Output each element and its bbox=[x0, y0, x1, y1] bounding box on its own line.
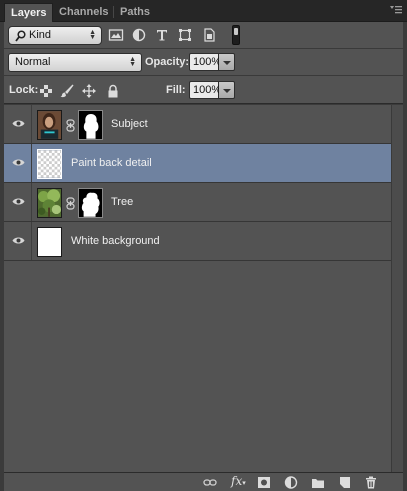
fill-field[interactable]: 100% bbox=[189, 81, 221, 99]
visibility-toggle[interactable] bbox=[4, 144, 32, 182]
layer-list: Subject Paint back detail Tree White bac… bbox=[4, 105, 391, 472]
tab-layers[interactable]: Layers bbox=[4, 3, 53, 22]
layer-thumbnail-subject bbox=[37, 110, 62, 140]
new-layer-icon[interactable] bbox=[338, 476, 352, 489]
fx-icon[interactable]: fx▾ bbox=[231, 474, 246, 488]
blend-bar: Normal ▲ ▼ Opacity: 100% bbox=[4, 49, 403, 76]
eye-icon bbox=[12, 198, 25, 205]
layers-footer-bar: fx▾ bbox=[4, 472, 403, 491]
fill-dropdown-button[interactable] bbox=[219, 81, 235, 99]
visibility-toggle[interactable] bbox=[4, 183, 32, 221]
lock-image-pixels-icon[interactable] bbox=[60, 84, 74, 98]
adjustment-filter-icon[interactable] bbox=[131, 27, 147, 43]
tab-channels[interactable]: Channels bbox=[53, 3, 113, 22]
layer-thumbnail-tree bbox=[37, 188, 62, 218]
layer-name: Tree bbox=[111, 196, 134, 208]
add-mask-icon[interactable] bbox=[257, 476, 271, 489]
trash-icon[interactable] bbox=[364, 476, 378, 489]
shape-filter-icon[interactable] bbox=[177, 27, 193, 43]
layer-row-subject[interactable]: Subject bbox=[4, 105, 391, 144]
lock-bar: Lock: Fill: 100% bbox=[4, 76, 403, 104]
chevron-updown-icon: ▲ ▼ bbox=[129, 56, 136, 68]
fill-label: Fill: bbox=[166, 84, 186, 96]
visibility-toggle[interactable] bbox=[4, 222, 32, 260]
adjustment-layer-icon[interactable] bbox=[284, 476, 298, 489]
tab-paths[interactable]: Paths bbox=[114, 3, 162, 22]
filter-bar: Kind ▲ ▼ bbox=[4, 22, 403, 49]
layer-name: Subject bbox=[111, 118, 148, 130]
layer-thumbnail-paint-back-detail bbox=[37, 149, 62, 179]
lock-all-icon[interactable] bbox=[106, 84, 120, 98]
image-filter-icon[interactable] bbox=[108, 27, 124, 43]
visibility-toggle[interactable] bbox=[4, 105, 32, 143]
link-chain-icon[interactable] bbox=[66, 119, 75, 132]
link-chain-icon[interactable] bbox=[66, 197, 75, 210]
smart-object-filter-icon[interactable] bbox=[201, 27, 217, 43]
opacity-label: Opacity: bbox=[145, 56, 190, 68]
layer-name: Paint back detail bbox=[71, 157, 152, 169]
panel-menu-icon[interactable] bbox=[389, 4, 403, 16]
layer-mask-subject[interactable] bbox=[78, 110, 103, 140]
eye-icon bbox=[12, 237, 25, 244]
opacity-dropdown-button[interactable] bbox=[219, 53, 235, 71]
opacity-field[interactable]: 100% bbox=[189, 53, 221, 71]
filter-kind-label: Kind bbox=[29, 29, 52, 41]
layer-thumbnail-white-background bbox=[37, 227, 62, 257]
filter-kind-select[interactable]: Kind ▲ ▼ bbox=[8, 26, 102, 45]
lock-transparent-pixels-icon[interactable] bbox=[39, 84, 53, 98]
new-group-icon[interactable] bbox=[311, 476, 325, 489]
layer-mask-tree[interactable] bbox=[78, 188, 103, 218]
layer-row-white-background[interactable]: White background bbox=[4, 222, 391, 261]
layer-list-scrollbar[interactable] bbox=[391, 105, 403, 472]
search-icon bbox=[15, 30, 26, 42]
layer-row-tree[interactable]: Tree bbox=[4, 183, 391, 222]
layer-row-paint-back-detail[interactable]: Paint back detail bbox=[4, 144, 391, 183]
lock-label: Lock: bbox=[9, 84, 39, 96]
blend-mode-select[interactable]: Normal ▲ ▼ bbox=[8, 53, 142, 72]
panel-tab-bar: Layers Channels Paths bbox=[0, 0, 407, 22]
link-layers-icon[interactable] bbox=[203, 476, 217, 489]
layer-name: White background bbox=[71, 235, 160, 247]
filter-toggle-switch[interactable] bbox=[232, 25, 240, 45]
chevron-updown-icon: ▲ ▼ bbox=[89, 29, 96, 41]
lock-position-icon[interactable] bbox=[82, 84, 96, 98]
type-filter-icon[interactable] bbox=[154, 27, 170, 43]
blend-mode-value: Normal bbox=[15, 56, 51, 68]
eye-icon bbox=[12, 120, 25, 127]
eye-icon bbox=[12, 159, 25, 166]
